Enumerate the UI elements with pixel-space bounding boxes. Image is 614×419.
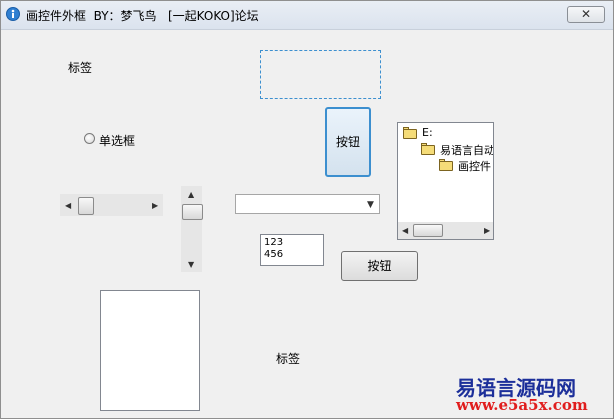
tree-scroll-right-arrow-icon[interactable]: ▶ [484, 227, 490, 235]
text-line: 123 [264, 237, 284, 248]
multiline-text-box[interactable]: 123 456 [260, 234, 324, 266]
chevron-down-icon[interactable]: ▼ [367, 201, 374, 210]
text-line: 456 [264, 249, 284, 260]
app-icon [6, 7, 20, 21]
radio-label: 单选框 [99, 134, 136, 148]
picture-box[interactable] [100, 290, 200, 411]
close-button[interactable]: ✕ [567, 6, 605, 23]
folder-icon [439, 161, 453, 171]
label-top: 标签 [68, 61, 93, 75]
button-normal-label: 按钮 [367, 259, 392, 273]
vertical-scrollbar[interactable]: ▲ ▼ [181, 186, 203, 272]
horizontal-scrollbar[interactable]: ◀ ▶ [60, 194, 163, 216]
horizontal-scroll-thumb[interactable] [78, 197, 94, 215]
tree-view[interactable]: E: 易语言自动 画控件 ◀ ▶ [397, 122, 494, 240]
close-icon: ✕ [580, 7, 592, 21]
button-focused[interactable]: 按钮 [325, 107, 371, 177]
dashed-control-frame[interactable] [260, 50, 381, 99]
combo-box[interactable]: ▼ [235, 194, 380, 214]
scroll-right-arrow-icon[interactable]: ▶ [152, 202, 158, 210]
tree-item-label: 易语言自动 [440, 144, 494, 157]
tree-item-label: 画控件 [458, 160, 491, 173]
folder-icon [421, 145, 435, 155]
tree-horizontal-scrollbar[interactable]: ◀ ▶ [398, 222, 493, 239]
scroll-down-arrow-icon[interactable]: ▼ [188, 261, 194, 269]
app-window: 画控件外框 BY：梦飞鸟 [一起KOKO]论坛 ✕ 标签 按钮 单选框 ◀ ▶ … [0, 0, 614, 419]
label-bottom: 标签 [276, 352, 301, 366]
button-focused-label: 按钮 [335, 135, 360, 149]
radio-circle-icon[interactable] [84, 133, 95, 144]
scroll-left-arrow-icon[interactable]: ◀ [65, 202, 71, 210]
title-bar[interactable]: 画控件外框 BY：梦飞鸟 [一起KOKO]论坛 ✕ [1, 1, 613, 30]
vertical-scroll-thumb[interactable] [182, 204, 203, 220]
folder-icon [403, 129, 417, 139]
window-title: 画控件外框 BY：梦飞鸟 [一起KOKO]论坛 [26, 9, 259, 23]
tree-scroll-left-arrow-icon[interactable]: ◀ [402, 227, 408, 235]
tree-scroll-thumb[interactable] [413, 224, 443, 237]
button-normal[interactable]: 按钮 [341, 251, 418, 281]
tree-item-label: E: [422, 126, 433, 139]
scroll-up-arrow-icon[interactable]: ▲ [188, 191, 194, 199]
watermark-url: www.e5a5x.com [456, 396, 588, 414]
